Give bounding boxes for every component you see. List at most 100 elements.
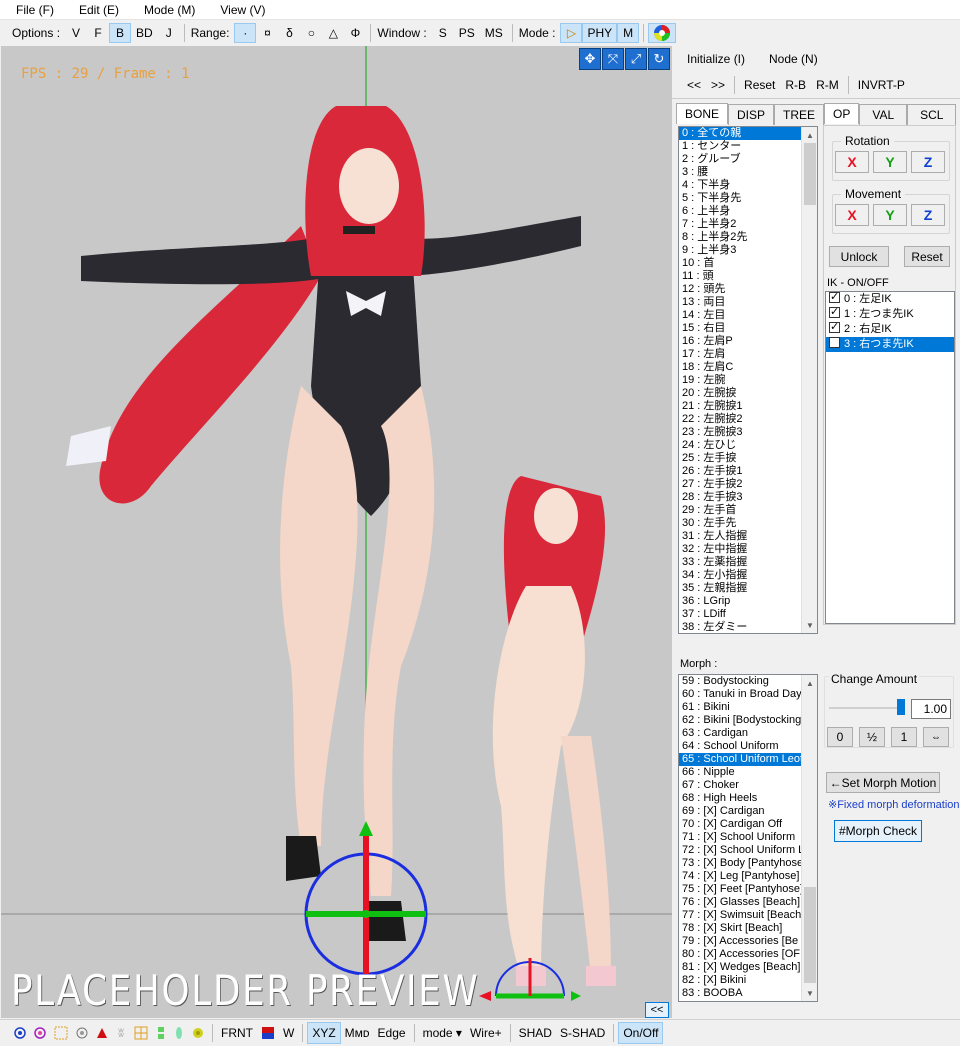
initialize-button[interactable]: Initialize (I) xyxy=(682,52,750,66)
bone-list-item[interactable]: 6 : 上半身 xyxy=(679,205,817,218)
morph-list-item[interactable]: 66 : Nipple xyxy=(679,766,817,779)
morph-list-item[interactable]: 64 : School Uniform xyxy=(679,740,817,753)
scroll-down-icon[interactable]: ▼ xyxy=(802,985,817,1001)
bone-list-item[interactable]: 1 : センター xyxy=(679,140,817,153)
tab-bone[interactable]: BONE xyxy=(676,103,729,124)
bone-list-item[interactable]: 21 : 左腕捩1 xyxy=(679,400,817,413)
bone-list-item[interactable]: 18 : 左肩C xyxy=(679,361,817,374)
mesh-display-icon[interactable] xyxy=(50,1022,72,1044)
morph-list-item[interactable]: 70 : [X] Cardigan Off xyxy=(679,818,817,831)
morph-list-item[interactable]: 72 : [X] School Uniform L xyxy=(679,844,817,857)
edge-button[interactable]: Edge xyxy=(374,1022,410,1044)
grid-display-icon[interactable] xyxy=(130,1022,152,1044)
menu-mode[interactable]: Mode (M) xyxy=(128,3,204,17)
bone-list-item[interactable]: 23 : 左腕捩3 xyxy=(679,426,817,439)
bone-list-item[interactable]: 3 : 腰 xyxy=(679,166,817,179)
morph-list-item[interactable]: 78 : [X] Skirt [Beach] xyxy=(679,922,817,935)
bone-list-item[interactable]: 8 : 上半身2先 xyxy=(679,231,817,244)
window-ms-button[interactable]: MS xyxy=(480,23,508,43)
bone-list-item[interactable]: 32 : 左中指握 xyxy=(679,543,817,556)
morph-check-button[interactable]: #Morph Check xyxy=(834,820,922,842)
morph-list-item[interactable]: 62 : Bikini [Bodystocking] xyxy=(679,714,817,727)
checkbox-icon[interactable] xyxy=(829,320,840,335)
amount-input[interactable]: 1.00 xyxy=(911,699,951,719)
range-point-button[interactable]: · xyxy=(234,23,257,43)
mode-phy-button[interactable]: PHY xyxy=(582,23,618,43)
bone-list-item[interactable]: 0 : 全ての親 xyxy=(679,127,801,140)
bone-list-item[interactable]: 31 : 左人指握 xyxy=(679,530,817,543)
bone-list-item[interactable]: 20 : 左腕捩 xyxy=(679,387,817,400)
option-j-button[interactable]: J xyxy=(158,23,180,43)
bone-list-item[interactable]: 16 : 左肩P xyxy=(679,335,817,348)
bone-list-item[interactable]: 22 : 左腕捩2 xyxy=(679,413,817,426)
checkbox-icon[interactable] xyxy=(829,292,840,305)
window-ps-button[interactable]: PS xyxy=(454,23,480,43)
morph-list-item[interactable]: 59 : Bodystocking xyxy=(679,675,817,688)
rm-button[interactable]: R-M xyxy=(811,78,844,92)
rotate-icon[interactable]: ↻ xyxy=(648,48,670,70)
bone-list-item[interactable]: 35 : 左親指握 xyxy=(679,582,817,595)
point-display-icon[interactable] xyxy=(30,1022,50,1044)
range-rect-button[interactable]: ¤ xyxy=(256,23,278,43)
soft-body-icon[interactable] xyxy=(188,1022,208,1044)
mode-m-button[interactable]: M xyxy=(617,23,640,43)
mode-play-button[interactable]: ▷ xyxy=(560,23,583,43)
amount-half-button[interactable]: ½ xyxy=(859,727,885,747)
amount-one-button[interactable]: 1 xyxy=(891,727,917,747)
tab-tree[interactable]: TREE xyxy=(774,104,825,125)
morph-list-item[interactable]: 71 : [X] School Uniform xyxy=(679,831,817,844)
s-shad-button[interactable]: S-SHAD xyxy=(556,1022,609,1044)
vertex-display-icon[interactable] xyxy=(10,1022,30,1044)
morph-list-item[interactable]: 83 : BOOBA xyxy=(679,987,817,1000)
next-button[interactable]: >> xyxy=(706,78,730,92)
joint-display-icon[interactable] xyxy=(170,1022,188,1044)
bone-list-item[interactable]: 25 : 左手捩 xyxy=(679,452,817,465)
shad-button[interactable]: SHAD xyxy=(515,1022,556,1044)
option-f-button[interactable]: F xyxy=(87,23,109,43)
movement-y-button[interactable]: Y xyxy=(873,204,907,226)
bone-list-item[interactable]: 11 : 頭 xyxy=(679,270,817,283)
morph-list-item[interactable]: 60 : Tanuki in Broad Day xyxy=(679,688,817,701)
ik-list-item[interactable]: 0 : 左足IK xyxy=(826,292,954,307)
bone-list[interactable]: 0 : 全ての親 1 : センター 2 : グルーブ 3 : 腰4 : 下半身 5 : … xyxy=(678,126,818,634)
amount-swap-button[interactable]: ⇔ xyxy=(923,727,949,747)
option-b-button[interactable]: B xyxy=(109,23,132,43)
fixed-morph-link[interactable]: ※Fixed morph deformation xyxy=(828,798,960,811)
set-morph-motion-button[interactable]: ←Set Morph Motion xyxy=(826,772,940,793)
morph-list-item[interactable]: 79 : [X] Accessories [Be xyxy=(679,935,817,948)
morph-list-item[interactable]: 76 : [X] Glasses [Beach] xyxy=(679,896,817,909)
bone-list-item[interactable]: 30 : 左手先 xyxy=(679,517,817,530)
checkbox-icon[interactable] xyxy=(829,335,840,350)
rotation-x-button[interactable]: X xyxy=(835,151,869,173)
bone-list-item[interactable]: 19 : 左腕 xyxy=(679,374,817,387)
morph-list-item[interactable]: 80 : [X] Accessories [OF xyxy=(679,948,817,961)
window-s-button[interactable]: S xyxy=(432,23,454,43)
scroll-thumb[interactable] xyxy=(804,143,816,205)
xyz-button[interactable]: XYZ xyxy=(307,1022,341,1044)
bone-list-item[interactable]: 5 : 下半身先 xyxy=(679,192,817,205)
move-all-icon[interactable]: ⤧ xyxy=(602,48,624,70)
morph-list[interactable]: 59 : Bodystocking 60 : Tanuki in Broad Da… xyxy=(678,674,818,1002)
option-v-button[interactable]: V xyxy=(65,23,87,43)
reset-button[interactable]: Reset xyxy=(904,246,950,267)
menu-file[interactable]: File (F) xyxy=(0,3,63,17)
bone-list-item[interactable]: 37 : LDiff xyxy=(679,608,817,621)
option-bd-button[interactable]: BD xyxy=(131,23,158,43)
ik-list-item[interactable]: 2 : 右足IK xyxy=(826,320,954,337)
ik-list-item[interactable]: 1 : 左つま先IK xyxy=(826,305,954,322)
morph-list-item[interactable]: 77 : [X] Swimsuit [Beach] xyxy=(679,909,817,922)
material-display-icon[interactable] xyxy=(72,1022,92,1044)
bone-list-item[interactable]: 4 : 下半身 xyxy=(679,179,817,192)
unlock-button[interactable]: Unlock xyxy=(829,246,889,267)
morph-list-item[interactable]: 73 : [X] Body [Pantyhose xyxy=(679,857,817,870)
movement-x-button[interactable]: X xyxy=(835,204,869,226)
morph-list-scrollbar[interactable]: ▲ ▼ xyxy=(801,675,817,1001)
ik-list[interactable]: 0 : 左足IK 1 : 左つま先IK 2 : 右足IK 3 : 右つま先IK xyxy=(825,291,955,624)
move-xy-icon[interactable]: ✥ xyxy=(579,48,601,70)
amount-slider-track[interactable] xyxy=(829,707,905,709)
tab-op[interactable]: OP xyxy=(824,103,860,124)
range-phi-button[interactable]: Φ xyxy=(344,23,366,43)
tab-val[interactable]: VAL xyxy=(859,104,908,125)
reset-nav-button[interactable]: Reset xyxy=(739,78,780,92)
on-off-button[interactable]: On/Off xyxy=(618,1022,664,1044)
